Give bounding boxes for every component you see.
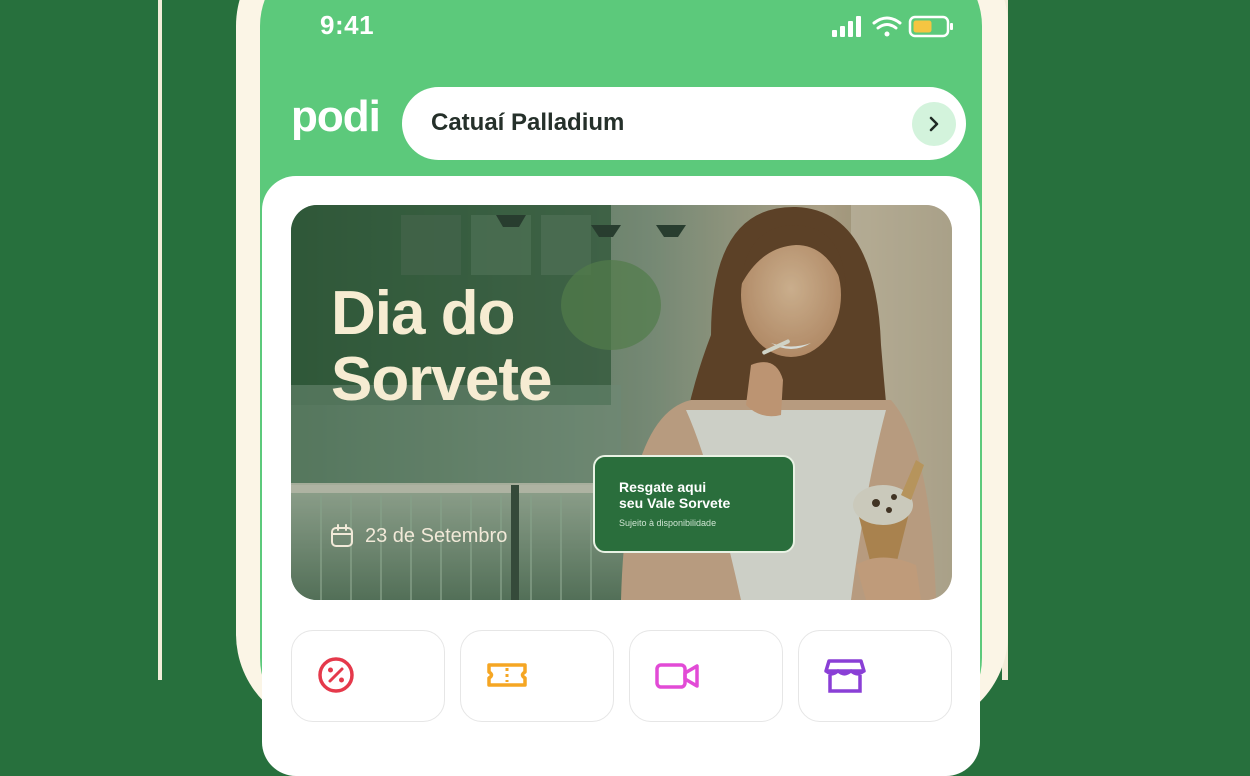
banner-title: Dia do Sorvete (331, 279, 552, 414)
status-time: 9:41 (320, 10, 375, 40)
location-selector[interactable]: Catuaí Palladium (402, 87, 966, 160)
banner-date: 23 de Setembro (329, 523, 507, 549)
store-icon (824, 659, 866, 693)
discount-icon (318, 657, 354, 693)
ticket-icon (487, 663, 527, 687)
redeem-voucher-button[interactable]: Resgate aqui seu Vale Sorvete Sujeito à … (593, 455, 795, 553)
banner-date-text: 23 de Setembro (365, 524, 508, 547)
signal-icon (832, 16, 861, 37)
redeem-subtitle: Sujeito à disponibilidade (619, 518, 717, 528)
shortcut-discounts[interactable] (291, 630, 445, 722)
shortcut-tickets[interactable] (460, 630, 614, 722)
promo-banner[interactable]: Dia do Sorvete 23 de Setembro Resgate aq… (291, 205, 952, 600)
status-icons (832, 14, 956, 40)
video-icon (655, 663, 699, 689)
calendar-icon (331, 524, 353, 547)
podi-logo[interactable]: podi (291, 92, 381, 142)
shortcut-stores[interactable] (798, 630, 952, 722)
shortcut-videos[interactable] (629, 630, 783, 722)
battery-icon (908, 15, 953, 38)
chevron-right-icon[interactable] (912, 102, 956, 146)
location-label: Catuaí Palladium (431, 109, 625, 136)
left-frame-line (158, 0, 162, 680)
wifi-icon (872, 16, 902, 37)
redeem-title: Resgate aqui seu Vale Sorvete (619, 479, 731, 511)
